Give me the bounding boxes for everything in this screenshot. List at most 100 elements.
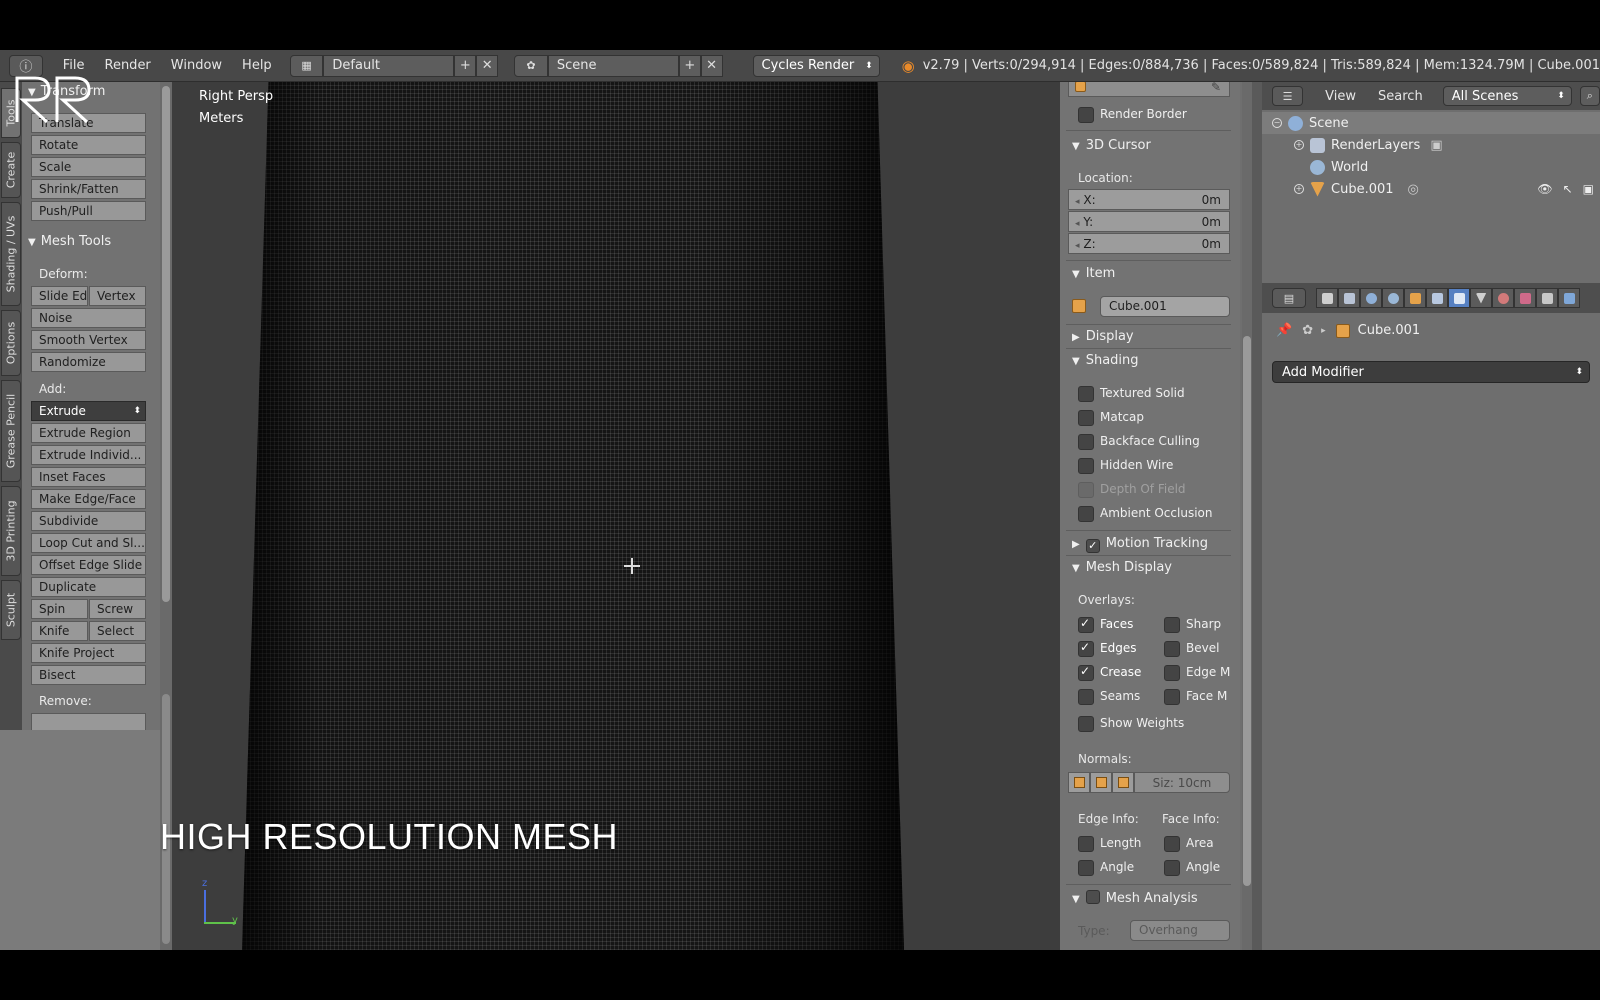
search-icon[interactable]: ⌕ <box>1580 86 1600 106</box>
shrink-fatten-button[interactable]: Shrink/Fatten <box>31 179 146 199</box>
properties-region-scrollbar[interactable] <box>1242 82 1252 950</box>
menu-render[interactable]: Render <box>105 58 151 73</box>
mesh-analysis-checkbox[interactable] <box>1086 890 1100 904</box>
seams-overlay-checkbox[interactable]: Seams <box>1078 689 1140 704</box>
crease-overlay-checkbox[interactable]: Crease <box>1078 665 1141 680</box>
scale-button[interactable]: Scale <box>31 157 146 177</box>
cursor-y-field[interactable]: ◂ Y:0m <box>1068 211 1230 232</box>
normals-size-field[interactable]: Siz: 10cm <box>1134 772 1230 793</box>
outliner-item-world[interactable]: World <box>1262 156 1600 178</box>
matcap-checkbox[interactable]: Matcap <box>1078 410 1144 425</box>
eye-icon[interactable]: 👁 <box>1537 182 1552 196</box>
ambient-occlusion-checkbox[interactable]: Ambient Occlusion <box>1078 506 1212 521</box>
edge-marks-overlay-checkbox[interactable]: Edge M <box>1164 665 1230 680</box>
push-pull-button[interactable]: Push/Pull <box>31 201 146 221</box>
face-marks-overlay-checkbox[interactable]: Face M <box>1164 689 1227 704</box>
cursor-x-field[interactable]: ◂ X:0m <box>1068 189 1230 210</box>
tab-world[interactable] <box>1382 288 1404 308</box>
backface-culling-checkbox[interactable]: Backface Culling <box>1078 434 1200 449</box>
tab-modifiers[interactable] <box>1448 288 1470 308</box>
remove-dropdown[interactable] <box>31 713 146 730</box>
face-normals-toggle[interactable] <box>1112 772 1134 793</box>
make-edge-face-button[interactable]: Make Edge/Face <box>31 489 146 509</box>
bevel-overlay-checkbox[interactable]: Bevel <box>1164 641 1219 656</box>
menu-help[interactable]: Help <box>242 58 272 73</box>
display-mode-dropdown[interactable]: All Scenes⬍ <box>1443 86 1572 106</box>
menu-window[interactable]: Window <box>171 58 222 73</box>
tab-material[interactable] <box>1492 288 1514 308</box>
tab-render[interactable] <box>1316 288 1338 308</box>
view-lock-field[interactable]: ✎ <box>1068 82 1230 97</box>
show-weights-checkbox[interactable]: Show Weights <box>1078 716 1184 731</box>
tab-object[interactable] <box>1404 288 1426 308</box>
cursor-select-icon[interactable]: ↖ <box>1563 182 1573 196</box>
remove-scene-button[interactable]: ✕ <box>701 55 723 77</box>
extrude-region-button[interactable]: Extrude Region <box>31 423 146 443</box>
tab-particles[interactable] <box>1536 288 1558 308</box>
smooth-vertex-button[interactable]: Smooth Vertex <box>31 330 146 350</box>
depth-of-field-checkbox[interactable]: Depth Of Field <box>1078 482 1186 497</box>
mesh-analysis-panel-header[interactable]: ▼Mesh Analysis <box>1072 890 1198 906</box>
tab-create[interactable]: Create <box>1 142 21 198</box>
scene-name-field[interactable]: Scene <box>548 55 679 77</box>
randomize-button[interactable]: Randomize <box>31 352 146 372</box>
pin-icon[interactable]: 📌 <box>1276 323 1292 338</box>
tab-texture[interactable] <box>1514 288 1536 308</box>
camera-render-icon[interactable]: ▣ <box>1583 182 1594 196</box>
shading-panel-header[interactable]: ▼Shading <box>1072 353 1139 368</box>
expand-icon[interactable]: + <box>1294 140 1304 150</box>
tab-scene[interactable] <box>1360 288 1382 308</box>
tab-constraints[interactable] <box>1426 288 1448 308</box>
expand-icon[interactable]: + <box>1294 184 1304 194</box>
vertex-normals-toggle[interactable] <box>1068 772 1090 793</box>
extrude-dropdown[interactable]: Extrude⬍ <box>31 401 146 421</box>
menu-file[interactable]: File <box>63 58 85 73</box>
loop-cut-button[interactable]: Loop Cut and Sl... <box>31 533 146 553</box>
bisect-button[interactable]: Bisect <box>31 665 146 685</box>
slide-vertex-button[interactable]: Vertex <box>89 286 146 306</box>
area-divider[interactable] <box>1252 82 1262 950</box>
duplicate-button[interactable]: Duplicate <box>31 577 146 597</box>
layout-name-field[interactable]: Default <box>323 55 454 77</box>
face-angle-checkbox[interactable]: Angle <box>1164 860 1220 875</box>
offset-edge-slide-button[interactable]: Offset Edge Slide <box>31 555 146 575</box>
motion-tracking-panel-header[interactable]: ▶✓Motion Tracking <box>1072 536 1208 553</box>
add-layout-button[interactable]: + <box>454 55 476 77</box>
tab-grease-pencil[interactable]: Grease Pencil <box>1 380 21 482</box>
scrollbar-thumb[interactable] <box>1243 336 1251 886</box>
tab-render-layers[interactable] <box>1338 288 1360 308</box>
outliner-view-menu[interactable]: View <box>1325 89 1356 104</box>
faces-overlay-checkbox[interactable]: Faces <box>1078 617 1133 632</box>
subdivide-button[interactable]: Subdivide <box>31 511 146 531</box>
screen-layout-selector[interactable]: ▦ <box>290 55 324 77</box>
item-name-field[interactable]: Cube.001 <box>1100 296 1230 317</box>
edges-overlay-checkbox[interactable]: Edges <box>1078 641 1136 656</box>
outliner-search-menu[interactable]: Search <box>1378 89 1423 104</box>
outliner-item-scene[interactable]: − Scene <box>1262 112 1600 134</box>
cursor-z-field[interactable]: ◂ Z:0m <box>1068 233 1230 254</box>
textured-solid-checkbox[interactable]: Textured Solid <box>1078 386 1185 401</box>
tab-shading-uvs[interactable]: Shading / UVs <box>1 202 21 306</box>
outliner-editor-type-selector[interactable]: ☰ <box>1272 86 1303 106</box>
analysis-type-dropdown[interactable]: Overhang <box>1130 920 1230 941</box>
tab-3d-printing[interactable]: 3D Printing <box>1 486 21 576</box>
motion-tracking-checkbox[interactable]: ✓ <box>1086 539 1100 553</box>
knife-select-button[interactable]: Select <box>89 621 146 641</box>
outliner-item-cube[interactable]: + Cube.001 ◎ 👁 ↖ ▣ <box>1262 178 1600 200</box>
knife-button[interactable]: Knife <box>31 621 88 641</box>
tab-sculpt[interactable]: Sculpt <box>1 580 21 640</box>
outliner-item-renderlayers[interactable]: + RenderLayers ▣ <box>1262 134 1600 156</box>
extrude-individual-button[interactable]: Extrude Individ... <box>31 445 146 465</box>
screw-button[interactable]: Screw <box>89 599 146 619</box>
split-normals-toggle[interactable] <box>1090 772 1112 793</box>
mesh-display-panel-header[interactable]: ▼Mesh Display <box>1072 560 1172 575</box>
edge-angle-checkbox[interactable]: Angle <box>1078 860 1134 875</box>
scene-selector[interactable]: ✿ <box>514 55 548 77</box>
rotate-button[interactable]: Rotate <box>31 135 146 155</box>
knife-project-button[interactable]: Knife Project <box>31 643 146 663</box>
add-scene-button[interactable]: + <box>679 55 701 77</box>
spin-button[interactable]: Spin <box>31 599 88 619</box>
item-panel-header[interactable]: ▼Item <box>1072 266 1115 281</box>
noise-button[interactable]: Noise <box>31 308 146 328</box>
collapse-icon[interactable]: − <box>1272 118 1282 128</box>
